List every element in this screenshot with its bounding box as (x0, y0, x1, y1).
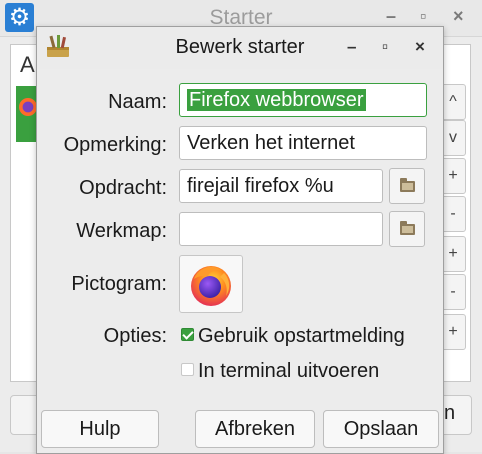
folder-icon (400, 178, 415, 192)
command-browse-button[interactable] (389, 168, 425, 204)
options-label: Opties: (103, 325, 167, 347)
save-button[interactable]: Opslaan (323, 410, 439, 448)
list-header-letter: A (20, 52, 35, 77)
icon-label: Pictogram: (71, 273, 167, 295)
firefox-icon (191, 266, 231, 306)
maximize-icon[interactable]: ▫ (420, 6, 426, 27)
startup-notification-checkbox[interactable]: Gebruik opstartmelding (181, 325, 405, 348)
workdir-input[interactable] (179, 212, 383, 246)
help-button[interactable]: Hulp (41, 410, 159, 448)
startup-notification-label: Gebruik opstartmelding (198, 325, 405, 347)
name-input[interactable]: Firefox webbrowser (179, 83, 427, 117)
run-in-terminal-checkbox[interactable]: In terminal uitvoeren (181, 360, 379, 383)
checkbox-checked-icon[interactable] (181, 328, 194, 342)
close-icon[interactable]: × (453, 6, 464, 27)
cancel-button[interactable]: Afbreken (195, 410, 315, 448)
folder-icon (400, 221, 415, 235)
edit-launcher-dialog: Bewerk starter – ▫ × Naam: Firefox webbr… (36, 26, 444, 454)
dialog-maximize-icon[interactable]: ▫ (382, 37, 388, 57)
run-in-terminal-label: In terminal uitvoeren (198, 360, 380, 382)
dialog-close-icon[interactable]: × (415, 37, 425, 57)
name-label: Naam: (108, 91, 167, 113)
name-input-value: Firefox webbrowser (187, 89, 366, 111)
command-input-value: firejail firefox %u (187, 175, 334, 197)
bg-button-fragment: n (444, 402, 456, 424)
dialog-minimize-icon[interactable]: – (347, 37, 356, 57)
comment-input[interactable]: Verken het internet (179, 126, 427, 160)
command-input[interactable]: firejail firefox %u (179, 169, 383, 203)
comment-label: Opmerking: (63, 134, 167, 156)
workdir-browse-button[interactable] (389, 211, 425, 247)
checkbox-unchecked-icon[interactable] (181, 363, 194, 377)
minimize-icon[interactable]: – (386, 6, 396, 27)
workdir-label: Werkmap: (76, 220, 167, 242)
dialog-titlebar[interactable]: Bewerk starter – ▫ × (37, 27, 443, 69)
icon-picker-button[interactable] (179, 255, 243, 313)
comment-input-value: Verken het internet (187, 132, 355, 154)
firefox-icon (19, 98, 37, 116)
command-label: Opdracht: (79, 177, 167, 199)
